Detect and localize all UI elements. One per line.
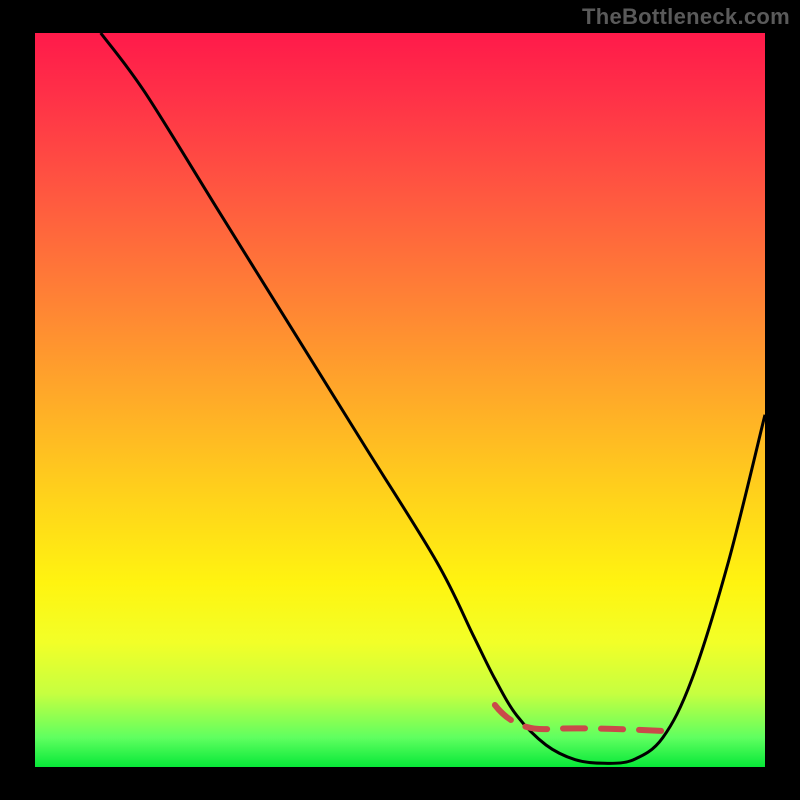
chart-stage: TheBottleneck.com — [0, 0, 800, 800]
bottleneck-curve — [101, 33, 765, 763]
curve-svg — [35, 33, 765, 767]
watermark-text: TheBottleneck.com — [582, 4, 790, 30]
plot-area — [35, 33, 765, 767]
